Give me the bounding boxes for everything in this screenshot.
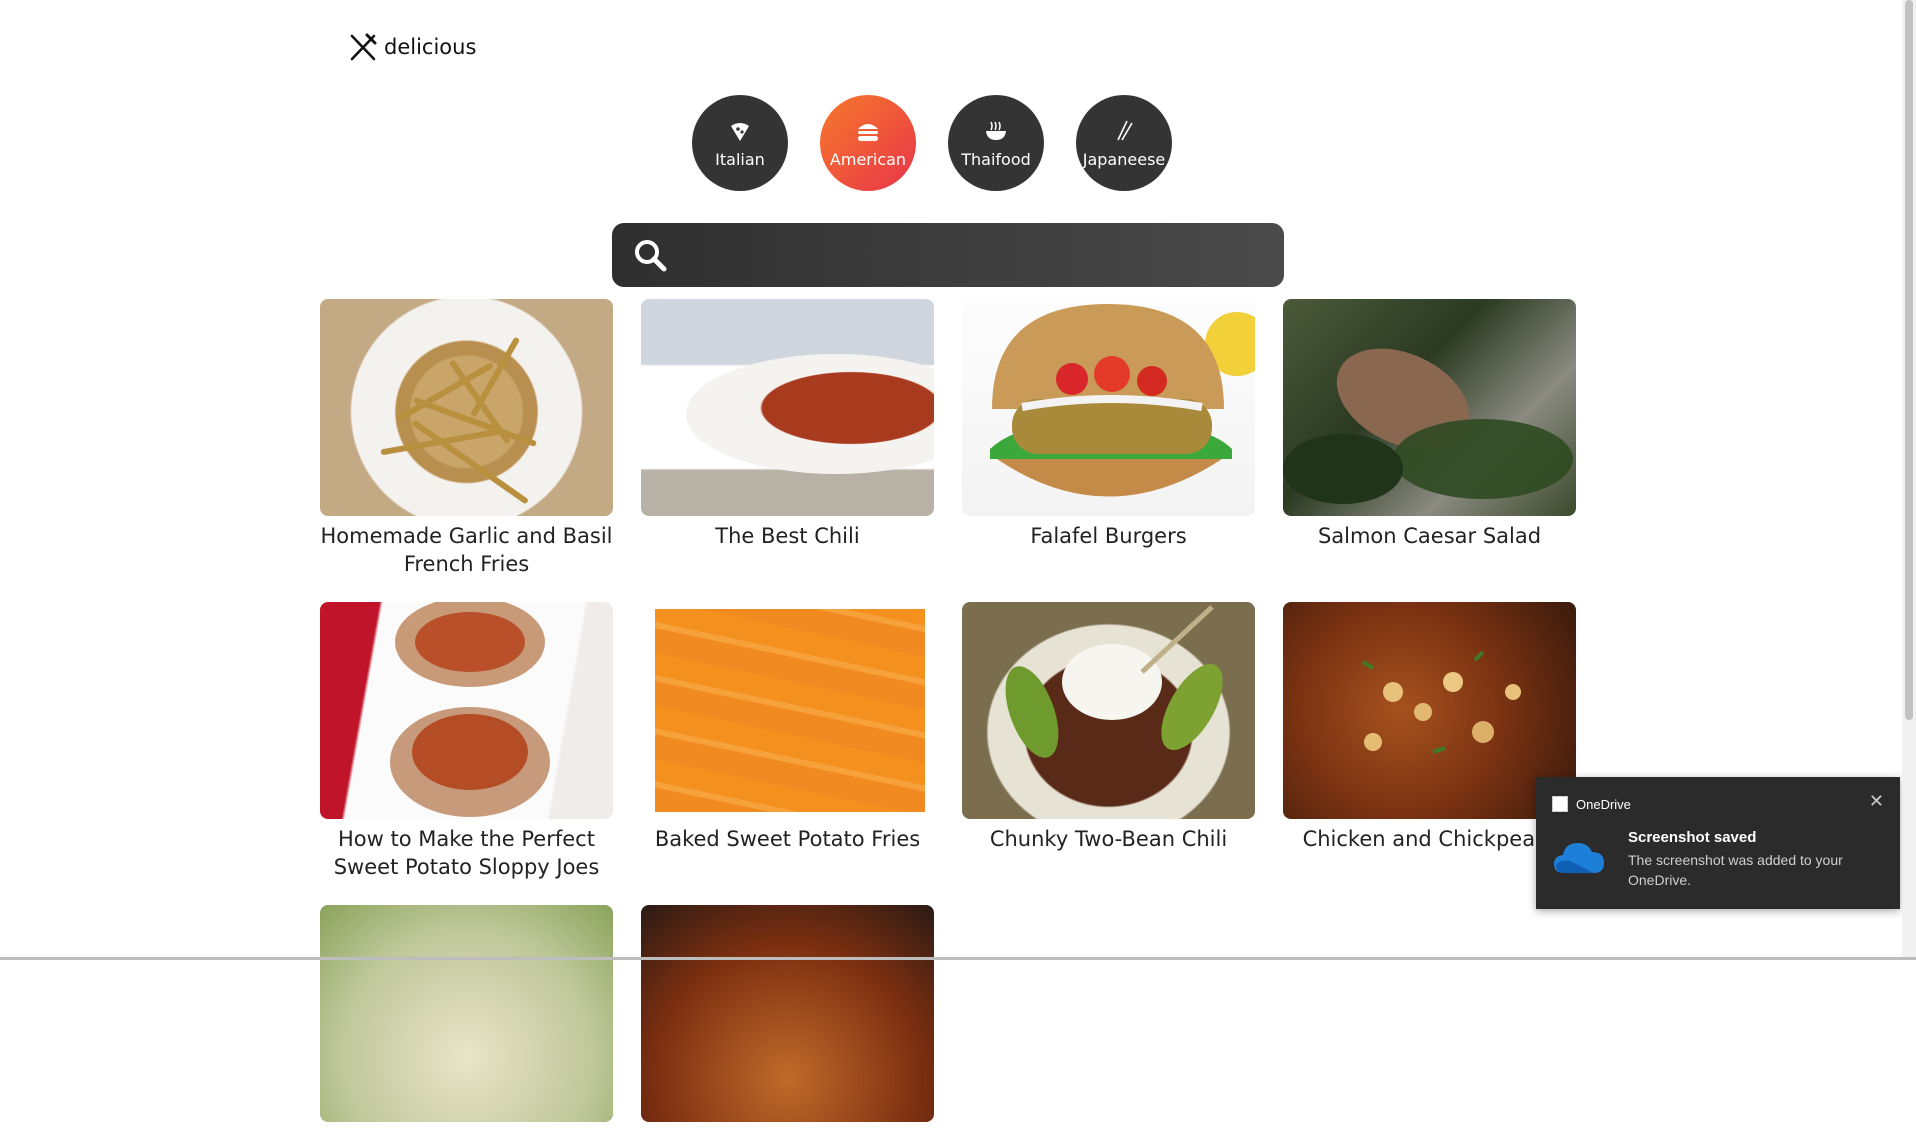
recipe-card[interactable]: Chunky Two-Bean Chili	[962, 602, 1255, 881]
recipe-image	[1283, 602, 1576, 819]
chopsticks-icon	[1117, 120, 1133, 140]
category-label: Italian	[715, 149, 765, 169]
category-label: Thaifood	[961, 149, 1031, 169]
recipe-title: Falafel Burgers	[1030, 524, 1187, 548]
recipe-title: Chicken and Chickpea C	[1302, 827, 1557, 851]
recipe-card[interactable]	[641, 905, 934, 1128]
recipe-image	[641, 905, 934, 1122]
recipe-card[interactable]: Salmon Caesar Salad	[1283, 299, 1576, 578]
category-italian[interactable]: Italian	[692, 95, 788, 191]
pizza-icon	[731, 122, 749, 141]
category-label: American	[829, 149, 907, 169]
recipe-card[interactable]	[320, 905, 613, 1128]
recipe-title: Homemade Garlic and Basil French Fries	[320, 524, 613, 576]
recipe-image	[1283, 299, 1576, 516]
recipe-image	[320, 602, 613, 819]
recipe-card[interactable]: Falafel Burgers	[962, 299, 1255, 578]
recipe-image	[320, 299, 613, 516]
onedrive-app-icon	[1552, 796, 1568, 812]
noodle-bowl-icon	[986, 121, 1006, 140]
recipe-image	[320, 905, 613, 1122]
burger-icon	[858, 123, 878, 141]
scrollbar-thumb[interactable]	[1905, 0, 1913, 720]
recipe-title: Baked Sweet Potato Fries	[654, 827, 921, 851]
recipe-card[interactable]: The Best Chili	[641, 299, 934, 578]
cloud-icon	[1554, 843, 1604, 873]
search-input[interactable]	[680, 222, 1268, 288]
category-thaifood[interactable]: Thaifood	[948, 95, 1044, 191]
logo-text: delicious	[384, 35, 477, 59]
recipe-image	[962, 299, 1255, 516]
recipe-card[interactable]: Chicken and Chickpea C	[1283, 602, 1576, 881]
recipe-image	[641, 602, 934, 819]
recipe-card[interactable]: How to Make the Perfect Sweet Potato Slo…	[320, 602, 613, 881]
close-icon[interactable]: ✕	[1869, 791, 1884, 812]
recipe-title: Salmon Caesar Salad	[1317, 524, 1542, 548]
search-icon[interactable]	[632, 237, 668, 273]
notification-header: OneDrive	[1552, 796, 1631, 812]
notification-app-name: OneDrive	[1576, 796, 1631, 812]
recipe-title: The Best Chili	[715, 524, 860, 548]
recipe-card[interactable]: Baked Sweet Potato Fries	[641, 602, 934, 881]
recipe-image	[641, 299, 934, 516]
notification-message: The screenshot was added to your OneDriv…	[1628, 852, 1843, 888]
logo[interactable]: delicious	[348, 32, 476, 62]
vertical-scrollbar[interactable]	[1902, 0, 1916, 960]
notification-title: Screenshot saved	[1628, 829, 1757, 846]
category-japaneese[interactable]: Japaneese	[1076, 95, 1172, 191]
onedrive-notification[interactable]: OneDrive ✕ Screenshot saved The screensh…	[1536, 777, 1900, 909]
recipe-title: How to Make the Perfect Sweet Potato Slo…	[333, 827, 600, 879]
recipe-grid: Homemade Garlic and Basil French Fries T…	[320, 299, 1576, 1128]
category-american[interactable]: American	[820, 95, 916, 191]
fork-knife-icon	[350, 33, 377, 61]
recipe-image	[962, 602, 1255, 819]
search-bar	[612, 222, 1284, 288]
recipe-card[interactable]: Homemade Garlic and Basil French Fries	[320, 299, 613, 578]
recipe-title: Chunky Two-Bean Chili	[989, 827, 1228, 851]
category-nav: Italian American Thaifood Japaneese	[692, 95, 1172, 191]
category-label: Japaneese	[1082, 149, 1166, 169]
